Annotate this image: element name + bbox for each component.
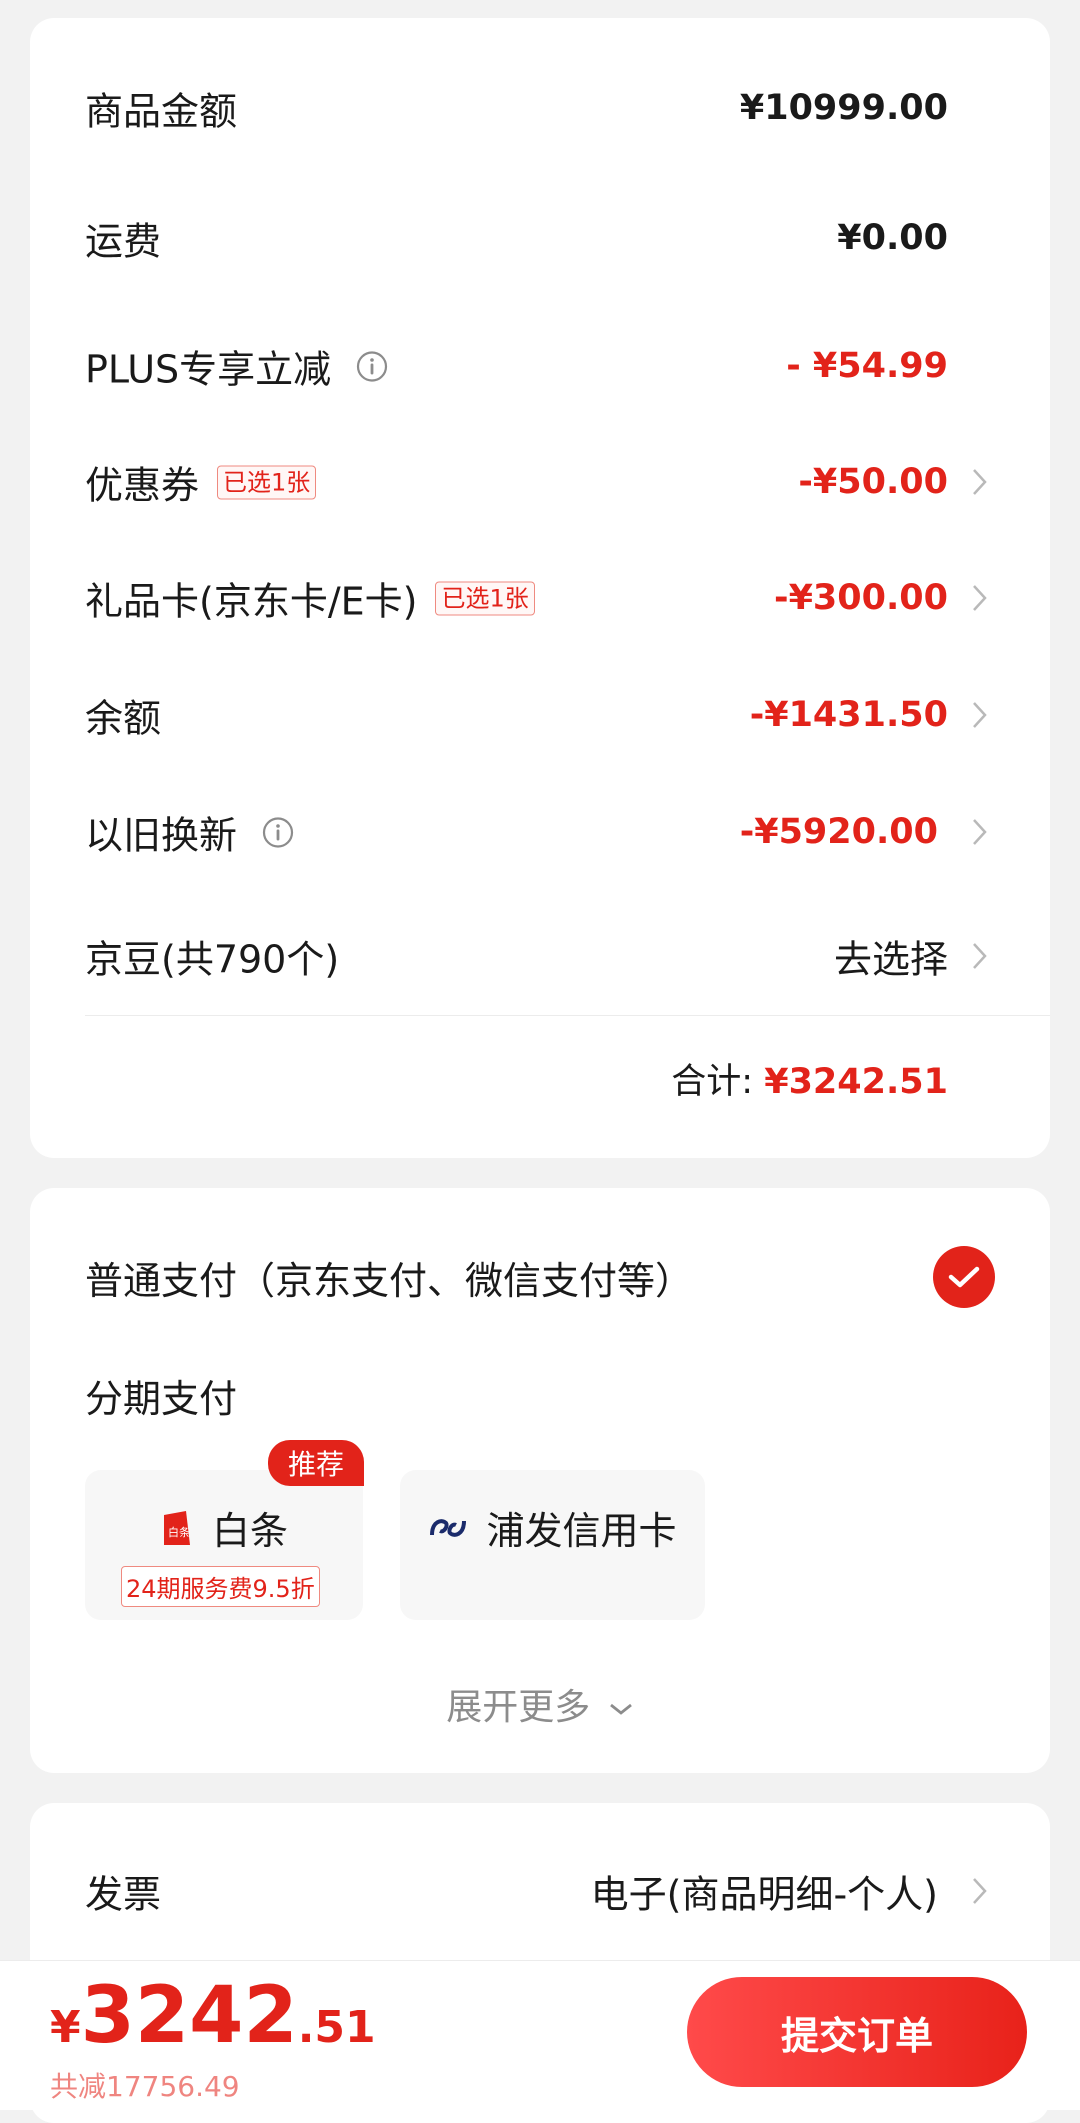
bottom-action-bar: ¥3242.51 共减17756.49 提交订单: [0, 1960, 1080, 2110]
coupon-label: 优惠券: [85, 463, 200, 508]
svg-text:白条: 白条: [168, 1525, 190, 1539]
trade-in-value: -¥5920.00: [739, 812, 938, 852]
info-icon[interactable]: [261, 815, 295, 849]
chevron-right-icon: [973, 943, 987, 969]
balance-value: -¥1431.50: [749, 695, 948, 735]
plus-discount-value: - ¥54.99: [786, 346, 948, 386]
baitiao-label: 白条: [211, 1509, 288, 1553]
chevron-down-icon: [609, 1703, 632, 1715]
price-summary-card: 商品金额 ¥10999.00 运费 ¥0.00 PLUS专享立减 - ¥54.9…: [30, 18, 1050, 1158]
goods-amount-row: 商品金额 ¥10999.00: [85, 68, 1050, 148]
spdb-credit-card-option[interactable]: 浦发信用卡: [400, 1470, 705, 1620]
spdb-label: 浦发信用卡: [486, 1509, 677, 1553]
jingdou-label: 京豆(共790个): [85, 937, 340, 982]
trade-in-row[interactable]: 以旧换新 -¥5920.00: [85, 792, 1050, 872]
invoice-row[interactable]: 发票 电子(商品明细-个人): [85, 1851, 1050, 1931]
normal-payment-label[interactable]: 普通支付（京东支付、微信支付等）: [85, 1250, 693, 1305]
balance-row[interactable]: 余额 -¥1431.50: [85, 675, 1050, 755]
total-label: 合计:: [671, 1062, 754, 1102]
gift-card-label: 礼品卡(京东卡/E卡): [85, 579, 418, 624]
price-integer: 3242: [80, 1971, 298, 2061]
invoice-label: 发票: [85, 1872, 162, 1917]
coupon-selected-tag: 已选1张: [217, 465, 317, 499]
chevron-right-icon: [973, 469, 987, 495]
saved-amount-text: 共减17756.49: [50, 2070, 240, 2103]
gift-card-selected-tag: 已选1张: [435, 581, 535, 615]
chevron-right-icon: [973, 702, 987, 728]
baitiao-option[interactable]: 白条 白条 24期服务费9.5折: [85, 1470, 363, 1620]
expand-more-label: 展开更多: [446, 1687, 591, 1728]
gift-card-row[interactable]: 礼品卡(京东卡/E卡) 已选1张 -¥300.00: [85, 558, 1050, 638]
invoice-value: 电子(商品明细-个人): [590, 1872, 938, 1917]
total-price: ¥3242.51: [50, 1971, 376, 2061]
baitiao-promo-tag: 24期服务费9.5折: [121, 1566, 320, 1607]
plus-discount-row: PLUS专享立减 - ¥54.99: [85, 326, 1050, 406]
chevron-right-icon: [973, 819, 987, 845]
trade-in-label: 以旧换新: [85, 813, 238, 858]
currency-symbol: ¥: [50, 2002, 81, 2053]
coupon-value: -¥50.00: [798, 462, 948, 502]
recommend-badge: 推荐: [268, 1440, 364, 1486]
goods-amount-value: ¥10999.00: [739, 88, 948, 128]
info-icon[interactable]: [355, 349, 389, 383]
plus-discount-label: PLUS专享立减: [85, 347, 332, 392]
check-icon[interactable]: [933, 1246, 995, 1308]
baitiao-icon: 白条: [163, 1510, 190, 1545]
goods-amount-label: 商品金额: [85, 89, 238, 134]
expand-more-button[interactable]: 展开更多: [30, 1678, 1050, 1730]
coupon-row[interactable]: 优惠券 已选1张 -¥50.00: [85, 442, 1050, 522]
jingdou-choose-link[interactable]: 去选择: [834, 929, 948, 984]
balance-label: 余额: [85, 696, 162, 741]
spdb-bank-icon: [430, 1518, 467, 1537]
submit-order-button[interactable]: 提交订单: [687, 1977, 1027, 2087]
installment-payment-label: 分期支付: [85, 1377, 238, 1421]
total-row: 合计: ¥3242.51: [671, 1053, 948, 1104]
chevron-right-icon: [973, 585, 987, 611]
shipping-label: 运费: [85, 219, 162, 264]
chevron-right-icon: [973, 1878, 987, 1904]
gift-card-value: -¥300.00: [774, 578, 948, 618]
divider: [85, 1015, 1050, 1016]
total-value: ¥3242.51: [764, 1062, 948, 1102]
jingdou-row[interactable]: 京豆(共790个) 去选择: [85, 916, 1050, 996]
payment-card: 普通支付（京东支付、微信支付等） 分期支付 白条 白条 24期服务费9.5折 推…: [30, 1188, 1050, 1773]
price-decimal: .51: [297, 2002, 376, 2053]
shipping-row: 运费 ¥0.00: [85, 198, 1050, 278]
shipping-value: ¥0.00: [837, 218, 948, 258]
